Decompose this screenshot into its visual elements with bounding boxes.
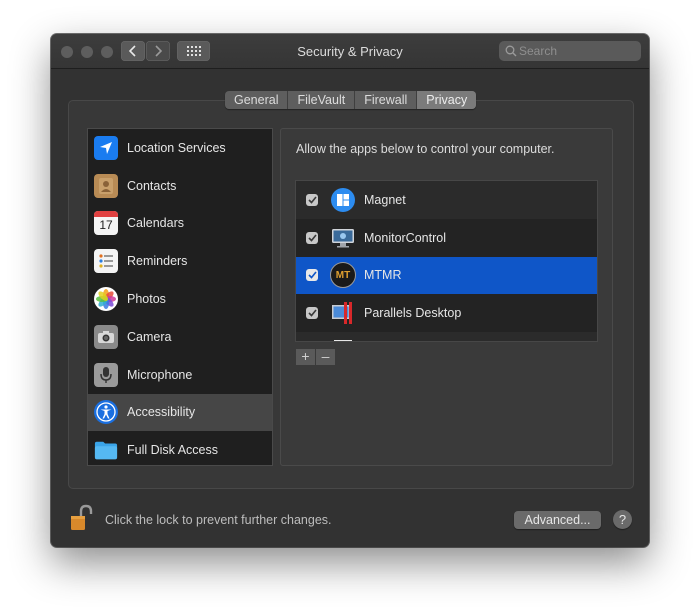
sidebar-item-photos[interactable]: Photos	[88, 280, 272, 318]
calendar-icon: 17	[94, 211, 118, 236]
search-field[interactable]	[499, 41, 641, 61]
tab-filevault[interactable]: FileVault	[288, 91, 356, 109]
lock-status-text: Click the lock to prevent further change…	[105, 513, 332, 527]
sidebar-item-full-disk-access[interactable]: Full Disk Access	[88, 431, 272, 465]
mtmr-icon-text: MT	[335, 269, 351, 281]
advanced-button[interactable]: Advanced...	[514, 511, 601, 529]
magnet-app-icon	[330, 187, 356, 213]
app-checkbox[interactable]	[306, 231, 318, 244]
checkmark-icon	[307, 234, 317, 242]
sidebar-item-calendars[interactable]: 17 Calendars	[88, 205, 272, 243]
calendar-day-number: 17	[99, 218, 113, 233]
add-app-button[interactable]: +	[296, 349, 315, 365]
window: Security & Privacy General FileVault Fir…	[51, 34, 649, 547]
app-list[interactable]: Magnet MonitorControl MT MTMR Parallels …	[295, 180, 598, 342]
mtmr-app-icon: MT	[330, 262, 356, 289]
contacts-book-icon	[94, 173, 118, 198]
sidebar-item-label: Photos	[127, 292, 166, 307]
location-arrow-icon	[94, 135, 118, 160]
sidebar-item-label: Camera	[127, 329, 172, 344]
sidebar-item-location-services[interactable]: Location Services	[88, 129, 272, 167]
sidebar-item-label: Location Services	[127, 140, 226, 155]
sidebar-item-label: Full Disk Access	[127, 443, 218, 458]
tab-bar: General FileVault Firewall Privacy	[225, 91, 477, 109]
sidebar-item-label: Microphone	[127, 367, 193, 382]
camera-icon	[94, 324, 118, 349]
sidebar-item-label: Contacts	[127, 178, 177, 193]
unlocked-lock-icon[interactable]	[69, 504, 93, 537]
remove-app-button[interactable]: –	[316, 349, 335, 365]
titlebar: Security & Privacy	[51, 34, 649, 69]
app-name: MonitorControl	[364, 230, 446, 245]
privacy-category-list[interactable]: Location Services Contacts 17 Calendars	[87, 128, 273, 466]
monitorcontrol-app-icon	[330, 225, 356, 251]
app-icon-partial	[330, 338, 356, 341]
folder-icon	[94, 438, 118, 462]
sidebar-item-accessibility[interactable]: Accessibility	[88, 393, 272, 432]
app-checkbox[interactable]	[306, 307, 318, 320]
sidebar-item-label: Calendars	[127, 216, 184, 231]
sidebar-item-reminders[interactable]: Reminders	[88, 242, 272, 280]
sidebar-item-label: Reminders	[127, 254, 188, 269]
app-row-magnet[interactable]: Magnet	[296, 181, 597, 219]
parallels-app-icon	[330, 300, 356, 326]
sidebar-item-label: Accessibility	[127, 405, 196, 420]
app-checkbox[interactable]	[306, 269, 318, 282]
search-input[interactable]	[519, 41, 637, 61]
sidebar-item-camera[interactable]: Camera	[88, 318, 272, 356]
pane-description: Allow the apps below to control your com…	[296, 142, 555, 156]
tab-firewall[interactable]: Firewall	[355, 91, 418, 109]
accessibility-pane: Allow the apps below to control your com…	[280, 128, 613, 466]
microphone-icon	[94, 362, 118, 387]
app-name: Magnet	[364, 192, 406, 207]
checkmark-icon	[307, 196, 317, 204]
app-row-mtmr[interactable]: MT MTMR	[296, 256, 597, 295]
sidebar-item-microphone[interactable]: Microphone	[88, 356, 272, 394]
tab-privacy[interactable]: Privacy	[417, 91, 477, 109]
tab-general[interactable]: General	[225, 91, 289, 109]
sidebar-item-contacts[interactable]: Contacts	[88, 167, 272, 205]
app-name: MTMR	[364, 268, 402, 283]
app-row-parallels-desktop[interactable]: Parallels Desktop	[296, 294, 597, 333]
app-checkbox[interactable]	[306, 193, 318, 206]
checkmark-icon	[307, 309, 317, 317]
reminders-list-icon	[94, 249, 118, 274]
app-name: Parallels Desktop	[364, 306, 462, 321]
app-row-monitorcontrol[interactable]: MonitorControl	[296, 218, 597, 257]
accessibility-icon	[94, 400, 118, 425]
app-row-partial[interactable]	[296, 332, 597, 341]
help-button[interactable]: ?	[613, 510, 632, 529]
checkmark-icon	[307, 271, 317, 280]
photos-flower-icon	[94, 287, 118, 312]
search-icon	[505, 45, 517, 57]
